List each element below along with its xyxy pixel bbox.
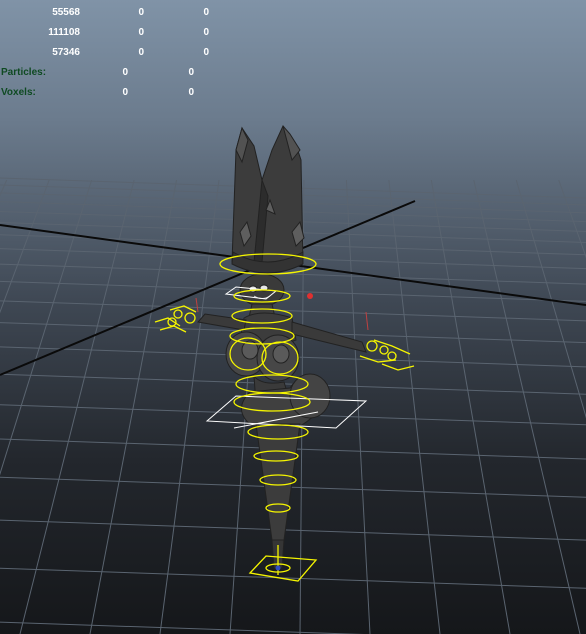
- grid-line: [430, 179, 511, 634]
- right-hand-control[interactable]: [359, 339, 415, 371]
- maya-viewport[interactable]: 55568 0 0 111108 0 0 57346 0 0 Particles…: [0, 0, 586, 634]
- grid-line: [0, 179, 50, 314]
- root-joint-marker: [275, 565, 281, 571]
- scene-canvas[interactable]: [0, 0, 586, 634]
- grid-line: [345, 179, 371, 634]
- left-arm[interactable]: [197, 313, 247, 331]
- grid-line: [0, 567, 586, 589]
- grid-line: [0, 300, 586, 322]
- grid-line: [473, 179, 581, 634]
- ik-handle-marker: [307, 293, 313, 299]
- torso[interactable]: [197, 303, 367, 429]
- grid-line: [0, 519, 586, 541]
- grid-line: [0, 179, 8, 197]
- grid-line: [0, 621, 364, 634]
- grid-line: [0, 476, 586, 498]
- crown[interactable]: [231, 124, 305, 274]
- grid-line: [558, 179, 586, 259]
